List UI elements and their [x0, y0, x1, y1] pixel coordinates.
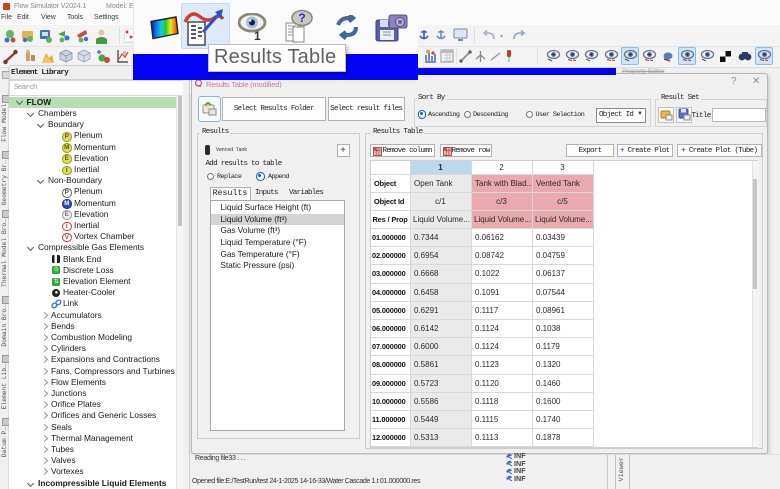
svg-text:?: ?	[298, 11, 305, 25]
